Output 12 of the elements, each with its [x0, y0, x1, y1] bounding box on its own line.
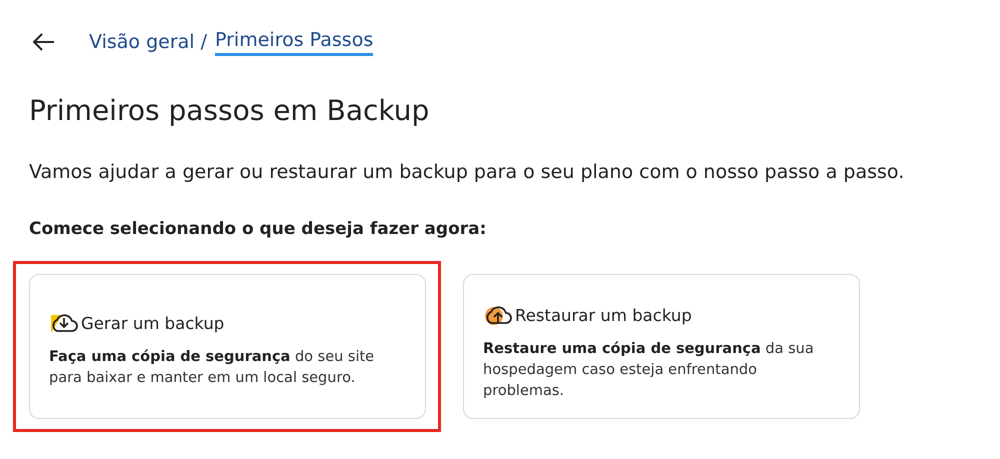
- page-title: Primeiros passos em Backup: [29, 94, 430, 127]
- breadcrumb-link[interactable]: Visão geral /: [89, 31, 207, 53]
- breadcrumb-current: Primeiros Passos: [215, 28, 374, 56]
- intro-text: Vamos ajudar a gerar ou restaurar um backup para o seu plano com o nosso passo a passo.: [29, 161, 906, 183]
- option-card[interactable]: Restaurar um backup Restaure uma cópia de segurança da sua hospedagem caso esteja enfrentando problemas.: [463, 274, 860, 419]
- back-arrow-icon[interactable]: [33, 33, 55, 51]
- option-title: Gerar um backup: [81, 314, 224, 332]
- prompt-text: Comece selecionando o que deseja fazer agora:: [29, 219, 488, 239]
- option-card[interactable]: Gerar um backup Faça uma cópia de segurança do seu site para baixar e manter em um local seguro.: [29, 274, 426, 419]
- option-description: Faça uma cópia de segurança do seu site para baixar e manter em um local seguro.: [49, 348, 376, 388]
- option-description: Restaure uma cópia de segurança da sua hospedagem caso esteja enfrentando problemas.: [483, 340, 815, 401]
- option-title: Restaurar um backup: [515, 306, 692, 324]
